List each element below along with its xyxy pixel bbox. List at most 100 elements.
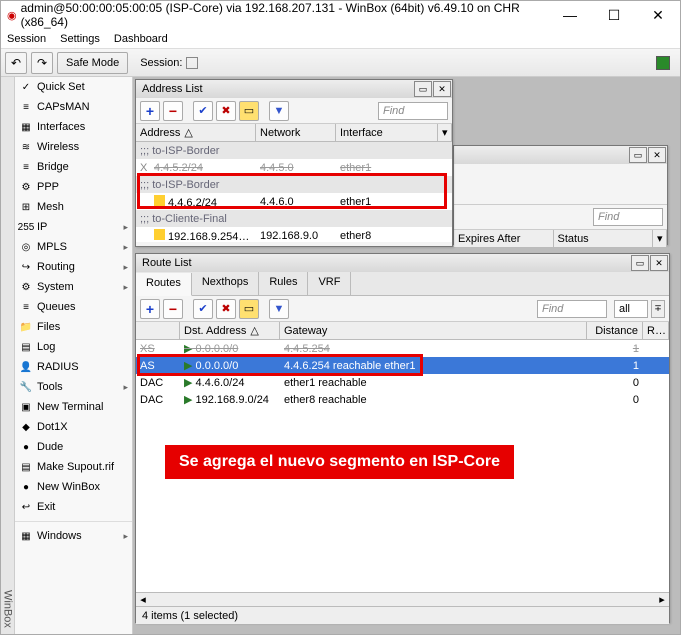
redo-button[interactable]: ↷	[31, 52, 53, 74]
chevron-right-icon: ▸	[123, 242, 128, 253]
sidebar-item-bridge[interactable]: ≡Bridge	[15, 157, 132, 177]
secondary-window[interactable]: ▭✕ Find Expires After Status ▾	[453, 145, 668, 245]
minimize-button[interactable]: —	[548, 1, 592, 29]
highlight-box-route	[137, 354, 423, 376]
enable-button[interactable]: ✔	[193, 101, 213, 121]
col-r[interactable]: R…	[643, 322, 669, 339]
tab-rules[interactable]: Rules	[259, 272, 308, 295]
route-disable-button[interactable]: ✖	[216, 299, 236, 319]
sidebar-item-routing[interactable]: ↪Routing▸	[15, 257, 132, 277]
sidebar-icon: ◆	[19, 420, 33, 434]
col-gateway[interactable]: Gateway	[280, 322, 587, 339]
annotation-banner: Se agrega el nuevo segmento en ISP-Core	[165, 445, 514, 479]
col-dst[interactable]: Dst. Address △	[180, 322, 280, 339]
sidebar-item-radius[interactable]: 👤RADIUS	[15, 357, 132, 377]
sidebar-item-interfaces[interactable]: ▦Interfaces	[15, 117, 132, 137]
menu-settings[interactable]: Settings	[60, 33, 100, 45]
sidebar-item-ppp[interactable]: ⚙PPP	[15, 177, 132, 197]
tab-vrf[interactable]: VRF	[308, 272, 351, 295]
route-enable-button[interactable]: ✔	[193, 299, 213, 319]
sidebar-icon: 👤	[19, 360, 33, 374]
sidebar-item-mesh[interactable]: ⊞Mesh	[15, 197, 132, 217]
col-drop-addr[interactable]: ▾	[438, 124, 452, 141]
close-button[interactable]: ✕	[636, 1, 680, 29]
maximize-button[interactable]: ☐	[592, 1, 636, 29]
undo-button[interactable]: ↶	[5, 52, 27, 74]
tab-routes[interactable]: Routes	[136, 273, 192, 296]
sidebar-item-new-terminal[interactable]: ▣New Terminal	[15, 397, 132, 417]
route-find-input[interactable]: Find	[537, 300, 607, 318]
menu-session[interactable]: Session	[7, 33, 46, 45]
col-address[interactable]: Address △	[136, 124, 256, 141]
highlight-box-address	[137, 173, 447, 209]
route-minimize-icon[interactable]: ▭	[631, 255, 649, 271]
sidebar-item-dude[interactable]: ●Dude	[15, 437, 132, 457]
sidebar-item-exit[interactable]: ↩Exit	[15, 497, 132, 517]
route-close-icon[interactable]: ✕	[650, 255, 668, 271]
route-filter-arrow[interactable]: ∓	[651, 300, 665, 318]
chevron-right-icon: ▸	[123, 531, 128, 542]
session-input[interactable]	[186, 57, 198, 69]
sidebar-icon: ▤	[19, 460, 33, 474]
scroll-left[interactable]: ◂	[136, 593, 150, 606]
comment-button[interactable]: ▭	[239, 101, 259, 121]
address-list-window[interactable]: Address List ▭✕ + − ✔ ✖ ▭ ▼ Find Address…	[135, 79, 453, 247]
sidebar-item-capsman[interactable]: ≡CAPsMAN	[15, 97, 132, 117]
sidebar-label: System	[37, 281, 74, 293]
route-remove-button[interactable]: −	[163, 299, 183, 319]
route-row[interactable]: DAC▶ 4.4.6.0/24ether1 reachable0	[136, 374, 669, 391]
sidebar-label: Wireless	[37, 141, 79, 153]
col-expires[interactable]: Expires After	[454, 230, 554, 247]
sidebar-item-new-winbox[interactable]: ●New WinBox	[15, 477, 132, 497]
sidebar-label: Quick Set	[37, 81, 85, 93]
col-network[interactable]: Network	[256, 124, 336, 141]
filter-button[interactable]: ▼	[269, 101, 289, 121]
sidebar-item-wireless[interactable]: ≋Wireless	[15, 137, 132, 157]
secondary-minimize-icon[interactable]: ▭	[629, 147, 647, 163]
disable-button[interactable]: ✖	[216, 101, 236, 121]
remove-button[interactable]: −	[163, 101, 183, 121]
scroll-right[interactable]: ▸	[655, 593, 669, 606]
menu-dashboard[interactable]: Dashboard	[114, 33, 168, 45]
route-filter-dropdown[interactable]: all	[614, 300, 648, 318]
sidebar-item-mpls[interactable]: ◎MPLS▸	[15, 237, 132, 257]
sidebar-icon: 255	[19, 220, 33, 234]
address-row[interactable]: 192.168.9.254…192.168.9.0ether8	[136, 227, 452, 242]
addr-close-icon[interactable]: ✕	[433, 81, 451, 97]
sidebar-label: Dot1X	[37, 421, 68, 433]
address-find-input[interactable]: Find	[378, 102, 448, 120]
sidebar-item-make-supout-rif[interactable]: ▤ Make Supout.rif	[15, 457, 132, 477]
tab-nexthops[interactable]: Nexthops	[192, 272, 259, 295]
route-row[interactable]: DAC▶ 192.168.9.0/24ether8 reachable0	[136, 391, 669, 408]
route-add-button[interactable]: +	[140, 299, 160, 319]
sidebar-item-dot1x[interactable]: ◆ Dot1X	[15, 417, 132, 437]
safe-mode-button[interactable]: Safe Mode	[57, 52, 128, 74]
group-row[interactable]: ;;; to-Cliente-Final	[136, 210, 452, 227]
col-status[interactable]: Status	[554, 230, 654, 247]
sidebar-label: Make Supout.rif	[37, 461, 114, 473]
chevron-right-icon: ▸	[123, 262, 128, 273]
secondary-find-input[interactable]: Find	[593, 208, 663, 226]
sidebar-item-system[interactable]: ⚙System▸	[15, 277, 132, 297]
secondary-close-icon[interactable]: ✕	[648, 147, 666, 163]
group-row[interactable]: ;;; to-ISP-Border	[136, 142, 452, 159]
sidebar-item-windows[interactable]: ▦Windows▸	[15, 526, 132, 546]
col-drop[interactable]: ▾	[653, 230, 667, 247]
route-comment-button[interactable]: ▭	[239, 299, 259, 319]
col-distance[interactable]: Distance	[587, 322, 643, 339]
flag-icon	[154, 229, 165, 240]
route-list-window[interactable]: Route List ▭✕ Routes Nexthops Rules VRF …	[135, 253, 670, 623]
sidebar-item-queues[interactable]: ≡Queues	[15, 297, 132, 317]
col-interface[interactable]: Interface	[336, 124, 438, 141]
col-flags[interactable]	[136, 322, 180, 339]
sidebar-item-quick-set[interactable]: ✓ Quick Set	[15, 77, 132, 97]
sidebar-item-tools[interactable]: 🔧Tools▸	[15, 377, 132, 397]
add-button[interactable]: +	[140, 101, 160, 121]
route-filter-button[interactable]: ▼	[269, 299, 289, 319]
sidebar-item-ip[interactable]: 255IP▸	[15, 217, 132, 237]
addr-minimize-icon[interactable]: ▭	[414, 81, 432, 97]
sidebar-icon: ✓	[19, 80, 33, 94]
sidebar-label: Interfaces	[37, 121, 85, 133]
sidebar-item-log[interactable]: ▤Log	[15, 337, 132, 357]
sidebar-item-files[interactable]: 📁Files	[15, 317, 132, 337]
